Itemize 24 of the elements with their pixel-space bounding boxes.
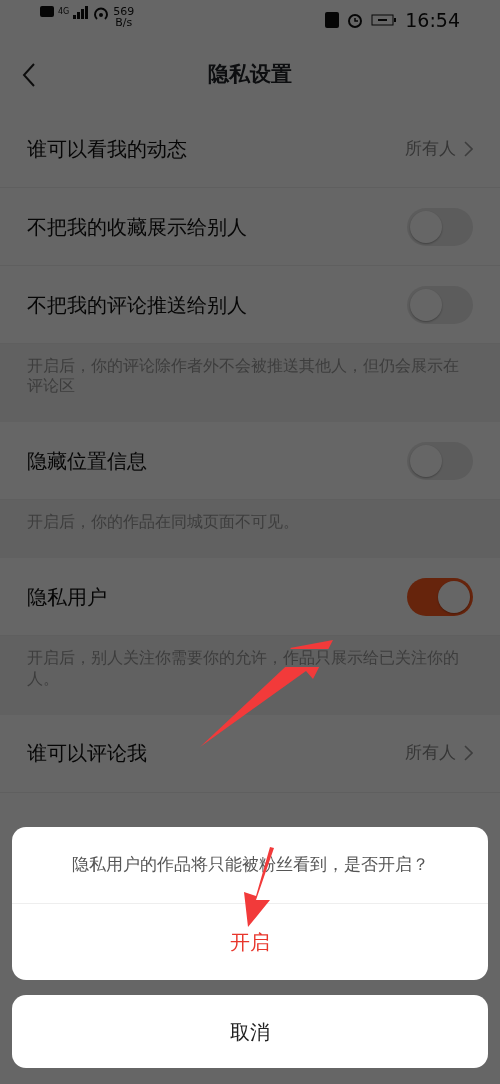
cancel-button[interactable]: 取消 (12, 995, 488, 1068)
battery-icon (371, 14, 398, 27)
network-speed: 569 (113, 6, 135, 17)
page-title: 隐私设置 (208, 61, 292, 89)
setting-label: 不把我的收藏展示给别人 (27, 213, 247, 241)
chevron-icon (464, 140, 473, 157)
toggle-switch[interactable] (407, 577, 473, 616)
speed-unit: B/s (114, 17, 134, 28)
back-icon[interactable] (22, 62, 36, 88)
signal-icon (73, 6, 90, 19)
chevron-icon (464, 745, 473, 762)
alarm-icon (347, 12, 364, 29)
setting-label: 隐藏位置信息 (27, 447, 147, 475)
toggle-switch[interactable] (407, 285, 473, 324)
hotspot-icon (93, 6, 110, 21)
confirm-button[interactable]: 开启 (12, 904, 488, 980)
network-type: 4G (58, 6, 70, 18)
setting-label: 谁可以看我的动态 (27, 135, 187, 163)
setting-label: 不把我的评论推送给别人 (27, 291, 247, 319)
setting-label: 隐私用户 (27, 583, 107, 611)
clock-time: 16:54 (405, 8, 460, 33)
toggle-switch[interactable] (407, 441, 473, 480)
toggle-switch[interactable] (407, 207, 473, 246)
setting-label: 谁可以评论我 (27, 740, 147, 768)
